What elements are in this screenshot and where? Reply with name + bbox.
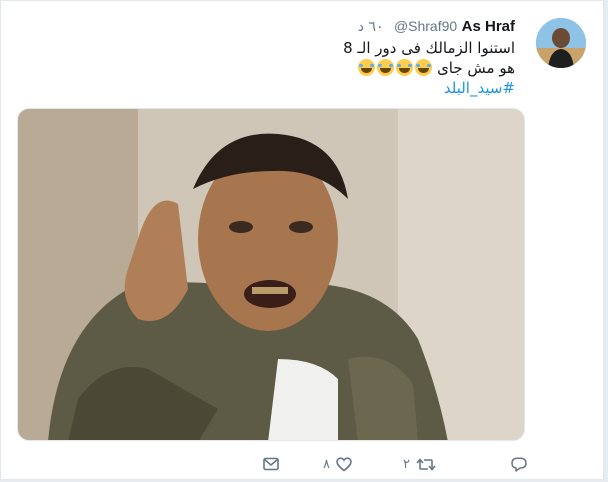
reply-button[interactable] — [505, 453, 527, 475]
dm-button[interactable] — [263, 453, 279, 475]
tweet-header: ٦٠ د @Shraf90 As Hraf — [358, 17, 515, 36]
avatar-photo — [536, 18, 586, 68]
media-photo — [18, 109, 524, 440]
tweet-line-1: استنوا الزمالك فى دور الـ 8 — [343, 39, 515, 57]
emoji-group — [356, 59, 433, 77]
retweet-count: ٢ — [403, 456, 410, 472]
user-handle[interactable]: @Shraf90 — [394, 18, 457, 34]
retweet-icon — [416, 457, 436, 471]
tweet-timestamp[interactable]: ٦٠ د — [358, 19, 384, 35]
laughing-tears-emoji-icon — [358, 59, 376, 76]
tweet-media-image[interactable] — [17, 108, 525, 441]
like-count: ٨ — [323, 456, 330, 472]
tweet-card: ٦٠ د @Shraf90 As Hraf استنوا الزمالك فى … — [0, 0, 604, 480]
envelope-icon — [263, 457, 279, 471]
like-button[interactable]: ٨ — [323, 453, 352, 475]
display-name[interactable]: As Hraf — [462, 18, 515, 35]
laughing-tears-emoji-icon — [415, 59, 433, 76]
tweet-line-2-text: هو مش جاى — [437, 59, 515, 77]
tweet-text: استنوا الزمالك فى دور الـ 8 هو مش جاى #س… — [75, 38, 515, 98]
retweet-button[interactable]: ٢ — [403, 453, 436, 475]
heart-icon — [336, 456, 352, 472]
laughing-tears-emoji-icon — [377, 59, 395, 76]
reply-icon — [511, 456, 527, 472]
avatar[interactable] — [536, 18, 586, 68]
tweet-actions: ٨ ٢ — [1, 451, 605, 477]
laughing-tears-emoji-icon — [396, 59, 414, 76]
tweet-line-2: هو مش جاى — [75, 58, 515, 78]
hashtag-link[interactable]: #سيد_البلد — [444, 79, 515, 97]
